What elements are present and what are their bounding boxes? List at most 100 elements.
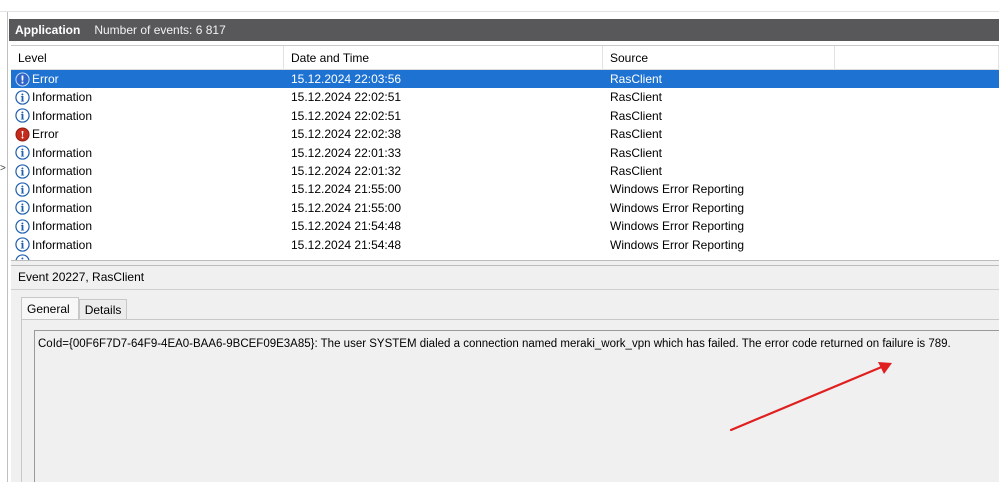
event-extra-cell — [835, 217, 999, 235]
event-level-cell: i Information — [11, 217, 284, 235]
column-header-source[interactable]: Source — [603, 46, 835, 70]
event-date-time: 15.12.2024 22:02:51 — [291, 108, 402, 123]
left-navigation-edge — [0, 12, 8, 482]
log-header-bar: Application Number of events: 6 817 — [9, 19, 999, 41]
column-header-level[interactable]: Level — [11, 46, 284, 70]
tab-details[interactable]: Details — [78, 299, 128, 320]
error-icon: ! — [15, 127, 30, 142]
event-extra-cell — [835, 107, 999, 125]
column-header-empty[interactable] — [835, 46, 999, 70]
event-extra-cell — [835, 180, 999, 198]
event-level-cell: ! Error — [11, 70, 284, 88]
info-icon: i — [15, 200, 30, 216]
tab-general[interactable]: General — [21, 297, 79, 321]
event-date-time: 15.12.2024 21:54:48 — [291, 237, 402, 252]
event-level-cell: i Information — [11, 144, 284, 162]
event-source: RasClient — [610, 90, 663, 105]
event-source: Windows Error Reporting — [610, 182, 745, 197]
svg-text:i: i — [21, 221, 25, 233]
column-header-date-time[interactable]: Date and Time — [284, 46, 603, 70]
event-level-label: Information — [32, 163, 93, 178]
event-level-label: Information — [32, 200, 93, 215]
event-source: Windows Error Reporting — [610, 237, 745, 252]
event-level-label: Error — [32, 127, 59, 142]
event-row[interactable]: ! Error 15.12.2024 22:02:38 RasClient — [11, 125, 999, 143]
event-row[interactable]: ! Error 15.12.2024 22:03:56 RasClient — [11, 70, 999, 89]
detail-divider — [11, 289, 999, 290]
event-date-time: 15.12.2024 22:01:32 — [291, 163, 402, 178]
event-source: RasClient — [610, 72, 663, 86]
event-level-cell: i Information — [11, 88, 284, 106]
event-level-label: Information — [32, 219, 93, 234]
event-date-time: 15.12.2024 21:55:00 — [291, 200, 402, 215]
event-detail-pane: Event 20227, RasClient General Details C… — [11, 266, 999, 482]
info-icon: i — [15, 90, 30, 105]
event-row-partial[interactable]: i — [11, 254, 999, 260]
event-source: Windows Error Reporting — [610, 200, 745, 215]
event-level-label: Error — [32, 72, 59, 86]
svg-text:i: i — [21, 92, 25, 104]
info-icon: i — [15, 182, 30, 197]
event-source: Windows Error Reporting — [610, 219, 745, 234]
event-description: CoId={00F6F7D7-64F9-4EA0-BAA6-9BCEF09E3A… — [38, 338, 951, 350]
event-description-box[interactable]: CoId={00F6F7D7-64F9-4EA0-BAA6-9BCEF09E3A… — [34, 330, 999, 482]
event-detail-title: Event 20227, RasClient — [18, 270, 145, 284]
event-source: RasClient — [610, 163, 663, 178]
event-date-time: 15.12.2024 21:54:48 — [291, 219, 402, 234]
svg-text:!: ! — [20, 74, 25, 86]
event-source: RasClient — [610, 108, 663, 123]
info-icon: i — [15, 237, 30, 252]
event-source: RasClient — [610, 145, 663, 160]
detail-tabs: General Details — [21, 296, 128, 321]
event-level-cell: i Information — [11, 107, 284, 125]
svg-text:i: i — [21, 203, 25, 215]
info-icon: i — [15, 108, 30, 124]
event-extra-cell — [835, 162, 999, 180]
event-level-label: Information — [32, 237, 93, 252]
event-count: Number of events: 6 817 — [94, 23, 226, 37]
event-row[interactable]: i Information 15.12.2024 21:54:48 Windows E… — [11, 217, 999, 235]
top-strip — [0, 0, 999, 12]
log-title: Application — [15, 23, 81, 37]
info-icon: i — [15, 219, 30, 234]
event-extra-cell — [835, 236, 999, 254]
event-row[interactable]: i Information 15.12.2024 22:01:33 RasClient — [11, 144, 999, 162]
event-date-time: 15.12.2024 22:01:33 — [291, 145, 402, 160]
event-date-time: 15.12.2024 22:02:38 — [291, 127, 402, 142]
general-tab-panel: CoId={00F6F7D7-64F9-4EA0-BAA6-9BCEF09E3A… — [21, 319, 999, 482]
event-date-time: 15.12.2024 22:03:56 — [291, 72, 402, 86]
event-row[interactable]: i Information 15.12.2024 22:02:51 RasClient — [11, 107, 999, 125]
event-level-cell: i Information — [11, 180, 284, 198]
event-level-cell: ! Error — [11, 125, 284, 143]
event-row[interactable]: i Information 15.12.2024 21:55:00 Windows E… — [11, 199, 999, 217]
svg-text:!: ! — [20, 129, 25, 141]
event-level-label: Information — [32, 145, 93, 160]
event-source: RasClient — [610, 127, 663, 142]
event-level-label: Information — [32, 90, 93, 105]
event-level-cell: i Information — [11, 236, 284, 254]
event-level-label: Information — [32, 108, 93, 123]
event-row[interactable]: i Information 15.12.2024 22:01:32 RasClient — [11, 162, 999, 180]
info-icon: i — [15, 163, 30, 179]
event-row[interactable]: i Information 15.12.2024 22:02:51 RasClient — [11, 88, 999, 106]
event-date-time: 15.12.2024 22:02:51 — [291, 90, 402, 105]
event-extra-cell — [835, 88, 999, 106]
event-level-cell: i Information — [11, 162, 284, 180]
events-grid: Level Date and Time Source ! Error 15.12.2… — [11, 45, 999, 260]
event-row[interactable]: i Information 15.12.2024 21:55:00 Windows E… — [11, 180, 999, 198]
svg-text:i: i — [21, 148, 25, 160]
collapse-marker[interactable]: > — [0, 163, 6, 174]
event-date-time: 15.12.2024 21:55:00 — [291, 182, 402, 197]
event-level-label: Information — [32, 182, 93, 197]
event-extra-cell — [835, 70, 999, 88]
event-level-cell: i Information — [11, 199, 284, 217]
svg-text:i: i — [21, 184, 25, 196]
svg-text:i: i — [21, 111, 25, 123]
event-extra-cell — [835, 125, 999, 143]
event-row[interactable]: i Information 15.12.2024 21:54:48 Windows E… — [11, 236, 999, 254]
info-icon: i — [15, 145, 30, 160]
svg-text:i: i — [21, 166, 25, 178]
event-extra-cell — [835, 144, 999, 162]
svg-text:i: i — [21, 239, 25, 251]
events-grid-header: Level Date and Time Source — [11, 46, 999, 70]
